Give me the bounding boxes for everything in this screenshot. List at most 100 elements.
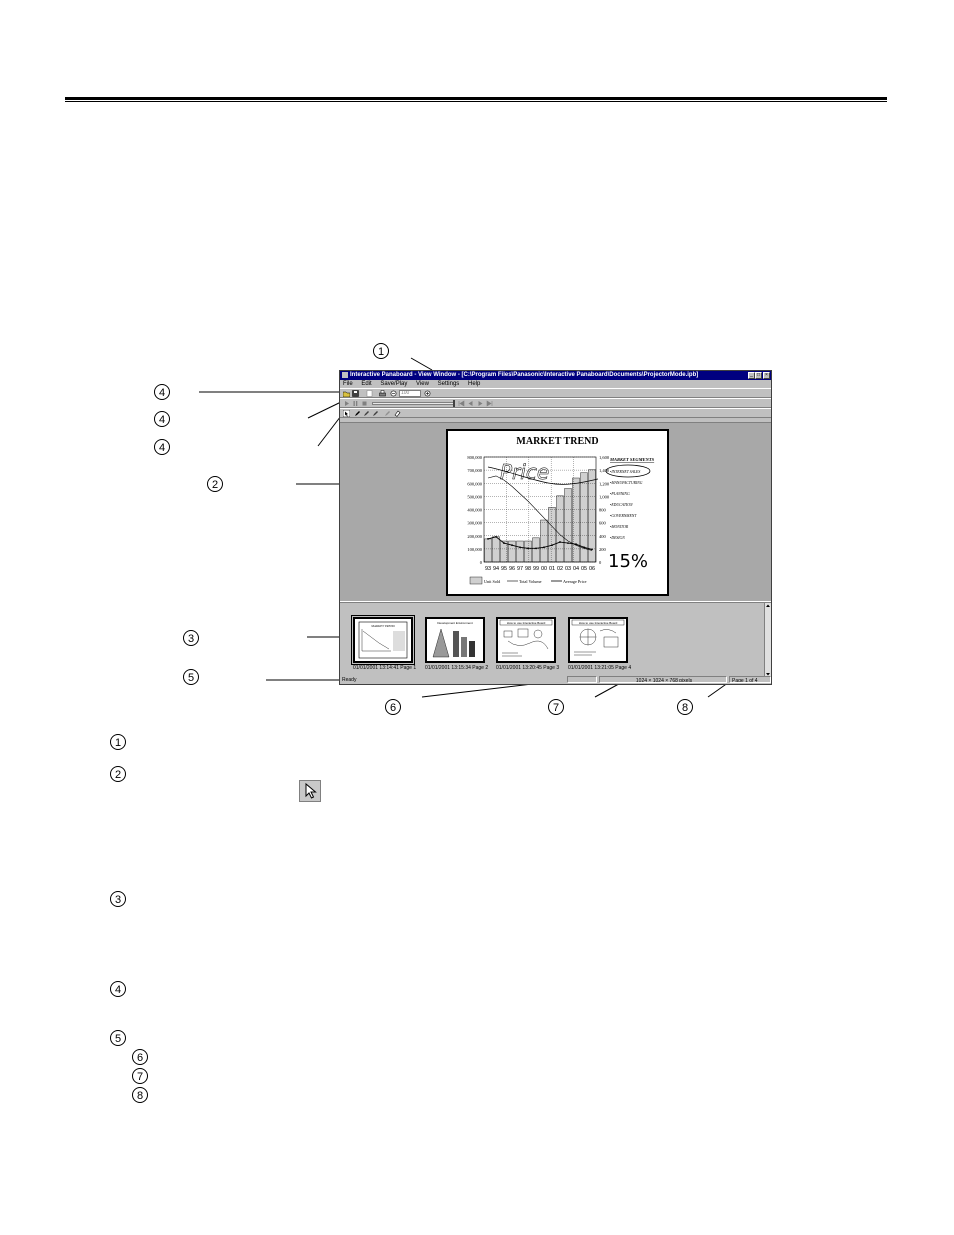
thumbnail-scrollbar[interactable] (764, 603, 771, 677)
y-right-tick: 1,400 (599, 468, 610, 474)
zoom-out-icon[interactable] (390, 390, 397, 397)
drawing-toolbar (340, 408, 771, 418)
legend-swatch-unit-sold (469, 576, 483, 585)
highlighter-icon[interactable] (384, 410, 391, 417)
minimize-icon[interactable]: _ (748, 372, 755, 379)
callout-5: 5 (183, 669, 199, 685)
thumbnail-1-caption: 01/01/2001 13:14:41 Page 1 (353, 665, 417, 671)
point-average-price (487, 538, 489, 540)
x-tick: 04 (573, 566, 579, 572)
point-average-price (543, 546, 545, 549)
menu-bar: File Edit Save/Play View Settings Help (340, 380, 771, 388)
segment-item: •MANUFACTURING (610, 481, 643, 485)
page-canvas[interactable]: MARKET TREND 800,000 700,000 600,000 500,00… (446, 429, 669, 596)
status-page-number: Page 1 of 4 (729, 676, 771, 683)
y-left-tick: 600,000 (467, 481, 482, 487)
menu-save-play[interactable]: Save/Play (380, 381, 407, 387)
callout-4-a: 4 (154, 384, 170, 400)
menu-view[interactable]: View (416, 381, 429, 387)
insert-page-icon[interactable] (366, 390, 373, 397)
save-icon[interactable] (352, 390, 359, 397)
zoom-in-icon[interactable] (424, 390, 431, 397)
y-left-tick: 800,000 (467, 455, 482, 461)
point-average-price (527, 547, 529, 550)
x-tick: 03 (565, 566, 571, 572)
segment-item: •EDUCATION (610, 503, 633, 507)
bar-unit-sold (588, 469, 596, 563)
previous-page-icon[interactable] (467, 400, 474, 407)
callout-2: 2 (207, 476, 223, 492)
pen-blue-icon[interactable] (372, 410, 379, 417)
print-icon[interactable] (379, 390, 386, 397)
last-page-icon[interactable] (486, 400, 493, 407)
thumbnail-page-4[interactable]: How to use Interactive Board (568, 617, 628, 663)
select-arrow-icon[interactable] (343, 410, 350, 417)
page-display-area[interactable]: MARKET TREND 800,000 700,000 600,000 500,00… (340, 422, 771, 602)
slider-thumb[interactable] (453, 400, 455, 407)
y-left-tick: 0 (480, 560, 483, 565)
point-average-price (535, 547, 537, 550)
pause-icon[interactable] (352, 400, 359, 407)
thumbnail-page-1[interactable]: MARKET TREND (351, 615, 415, 665)
play-icon[interactable] (343, 400, 350, 407)
thumbnail-4-preview: How to use Interactive Board (571, 619, 625, 656)
point-average-price (519, 546, 521, 549)
first-page-icon[interactable] (458, 400, 465, 407)
point-average-price (583, 546, 585, 549)
callout-3: 3 (183, 630, 199, 646)
menu-help[interactable]: Help (468, 381, 480, 387)
scroll-up-icon[interactable] (765, 603, 771, 609)
thumbnail-page-2[interactable]: Development Environment (425, 617, 485, 663)
point-average-price (559, 541, 561, 543)
pen-black-icon[interactable] (354, 410, 361, 417)
bar-unit-sold (516, 540, 524, 563)
y-left-tick: 200,000 (467, 534, 482, 540)
segment-item: •MONITOR (610, 525, 629, 529)
zoom-select[interactable]: 100 (399, 390, 421, 397)
thumbnail-1-preview: MARKET TREND (358, 621, 408, 659)
x-tick: 97 (517, 566, 523, 572)
next-page-icon[interactable] (477, 400, 484, 407)
x-tick: 06 (589, 566, 595, 572)
y-left-tick: 400,000 (467, 508, 482, 514)
stop-icon[interactable] (361, 400, 368, 407)
segment-item: •DESIGN (610, 536, 625, 540)
thumbnail-3-caption: 01/01/2001 13:20:45 Page 3 (496, 665, 560, 671)
x-tick: 02 (557, 566, 563, 572)
list-callout-4: 4 (110, 981, 126, 997)
bar-unit-sold (564, 488, 572, 563)
callout-7: 7 (548, 699, 564, 715)
playback-slider[interactable] (372, 402, 454, 405)
point-average-price (575, 543, 577, 546)
point-average-price (591, 548, 593, 551)
close-icon[interactable]: × (763, 372, 770, 379)
market-trend-chart: 800,000 700,000 600,000 500,000 400,000 300,0… (467, 455, 655, 585)
legend-unit-sold: Unit Sold (484, 579, 501, 584)
segment-item: •GOVERNMENT (610, 514, 637, 518)
status-ready: Ready (342, 677, 357, 683)
list-callout-5: 5 (110, 1030, 126, 1046)
thumb-4-title: How to use Interactive Board (579, 621, 618, 625)
pen-red-icon[interactable] (363, 410, 370, 417)
menu-edit[interactable]: Edit (361, 381, 371, 387)
callout-1: 1 (373, 343, 389, 359)
thumbnail-page-3[interactable]: How to use Interactive Board (496, 617, 556, 663)
maximize-icon[interactable]: □ (755, 372, 762, 379)
point-average-price (551, 544, 553, 547)
x-tick: 01 (549, 566, 555, 572)
y-right-tick: 0 (599, 560, 602, 565)
status-panel-indicator (567, 676, 597, 683)
thumb-1-title: MARKET TREND (371, 624, 395, 628)
menu-settings[interactable]: Settings (438, 381, 460, 387)
bar-unit-sold (540, 519, 548, 563)
title-bar[interactable]: Interactive Panaboard - View Window - [C… (340, 371, 771, 380)
bar-unit-sold (556, 495, 564, 563)
playback-toolbar (340, 398, 771, 408)
eraser-icon[interactable] (394, 410, 401, 417)
segment-item: •INTERNET SALES (610, 470, 640, 474)
menu-file[interactable]: File (343, 381, 353, 387)
thumbnail-2-preview: Development Environment (432, 621, 475, 658)
list-callout-6: 6 (132, 1049, 148, 1065)
open-icon[interactable] (343, 390, 350, 397)
callout-8: 8 (677, 699, 693, 715)
